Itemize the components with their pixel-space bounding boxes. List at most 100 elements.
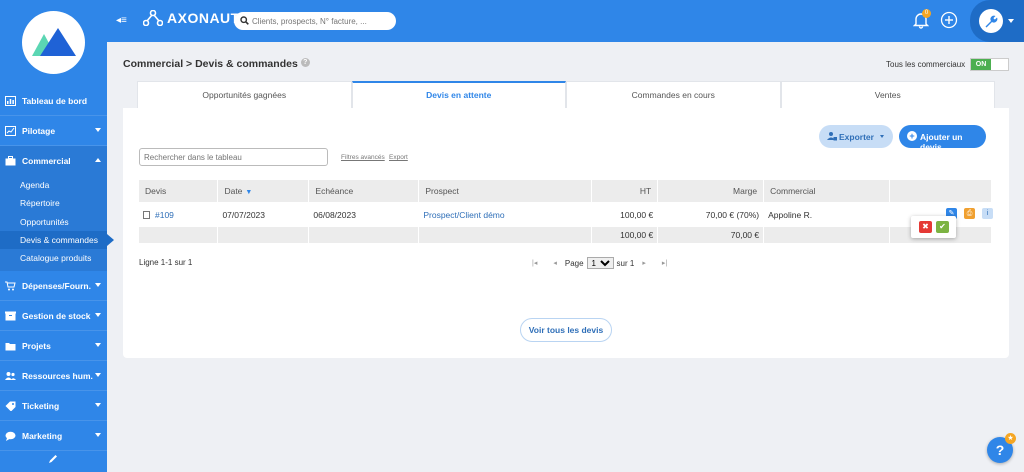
table-search-input[interactable] xyxy=(139,148,328,166)
page-select[interactable]: 1 xyxy=(586,257,614,269)
folder-icon xyxy=(5,342,16,351)
notification-badge: 0 xyxy=(922,9,931,18)
brand[interactable]: AXONAUT xyxy=(143,10,240,26)
chevron-down-icon xyxy=(95,433,101,438)
chevron-down-icon xyxy=(95,343,101,348)
pdf-icon[interactable]: ⎙ xyxy=(964,208,976,219)
cell-prospect: Prospect/Client démo xyxy=(418,202,593,227)
prev-page-icon[interactable]: ◂ xyxy=(553,259,557,267)
quote-number-link[interactable]: #109 xyxy=(155,210,174,220)
dashboard-icon xyxy=(5,95,16,106)
sidebar-item-rh[interactable]: Ressources hum. xyxy=(0,361,107,392)
chart-icon xyxy=(5,125,16,136)
sidebar-nav: Tableau de bord Pilotage Commercial Agen… xyxy=(0,86,114,452)
all-sales-toggle[interactable]: ON xyxy=(970,58,1009,71)
table-total-row: 100,00 € 70,00 € xyxy=(139,227,992,243)
brand-name: AXONAUT xyxy=(167,10,240,26)
tab-devis-en-attente[interactable]: Devis en attente xyxy=(351,81,566,108)
advanced-filters-link[interactable]: Filtres avancés xyxy=(341,154,385,161)
chevron-down-icon xyxy=(1008,19,1014,23)
last-page-icon[interactable]: ▸| xyxy=(662,259,667,267)
tabs: Opportunités gagnées Devis en attente Co… xyxy=(137,81,995,108)
settings-menu-button[interactable] xyxy=(970,0,1024,42)
cell-commercial: Appoline R. xyxy=(763,202,891,227)
global-search-input[interactable] xyxy=(252,14,392,28)
sidebar-item-commercial[interactable]: Commercial xyxy=(0,146,107,176)
chevron-up-icon xyxy=(95,158,101,162)
settings-avatar xyxy=(979,9,1003,33)
people-icon xyxy=(5,371,16,380)
pencil-icon[interactable] xyxy=(48,454,58,464)
col-marge[interactable]: Marge xyxy=(657,180,765,202)
sidebar-item-stock[interactable]: Gestion de stock xyxy=(0,301,107,332)
prospect-link[interactable]: Prospect/Client démo xyxy=(423,210,504,220)
table-row[interactable]: #109 07/07/2023 06/08/2023 Prospect/Clie… xyxy=(139,202,994,227)
col-prospect[interactable]: Prospect xyxy=(418,180,593,202)
sidebar-subitem-opportunites[interactable]: Opportunités xyxy=(0,213,107,231)
sidebar-item-label: Projets xyxy=(22,340,51,351)
sidebar-subitem-catalogue[interactable]: Catalogue produits xyxy=(0,249,107,267)
see-all-quotes-button[interactable]: Voir tous les devis xyxy=(520,318,612,342)
export-button[interactable]: Exporter xyxy=(819,125,893,148)
tab-commandes-en-cours[interactable]: Commandes en cours xyxy=(566,81,781,108)
plus-circle-icon xyxy=(940,11,958,29)
cell-date: 07/07/2023 xyxy=(217,202,310,227)
sidebar-item-dashboard[interactable]: Tableau de bord xyxy=(0,86,107,116)
sidebar-item-projets[interactable]: Projets xyxy=(0,331,107,362)
total-marge: 70,00 € xyxy=(657,227,765,243)
accept-icon[interactable]: ✔ xyxy=(936,221,949,233)
export-button-label: Exporter xyxy=(839,132,874,142)
app-logo[interactable] xyxy=(22,11,85,74)
sidebar-subitem-agenda[interactable]: Agenda xyxy=(0,176,107,194)
tab-ventes[interactable]: Ventes xyxy=(780,81,995,108)
toggle-on-label: ON xyxy=(971,59,991,70)
star-icon: ★ xyxy=(1005,433,1016,444)
chevron-down-icon xyxy=(95,283,101,288)
col-ht[interactable]: HT xyxy=(591,180,659,202)
help-button[interactable]: ? ★ xyxy=(987,433,1016,463)
col-commercial[interactable]: Commercial xyxy=(763,180,891,202)
collapse-sidebar-icon[interactable]: ◂≡ xyxy=(116,15,127,26)
briefcase-icon xyxy=(5,156,16,166)
next-page-icon[interactable]: ▸ xyxy=(642,259,646,267)
export-user-icon xyxy=(827,132,837,141)
quick-add-button[interactable] xyxy=(940,11,958,31)
reject-icon[interactable]: ✖ xyxy=(919,221,932,233)
notifications-button[interactable]: 0 xyxy=(912,9,931,31)
sidebar-item-label: Gestion de stock xyxy=(22,310,91,321)
col-echeance[interactable]: Echéance xyxy=(308,180,420,202)
info-icon[interactable]: i xyxy=(982,208,994,219)
sidebar-item-depenses[interactable]: Dépenses/Fourn. xyxy=(0,271,107,302)
help-icon[interactable]: ? xyxy=(300,58,310,67)
page-total: sur 1 xyxy=(616,258,635,268)
add-quote-button[interactable]: + Ajouter un devis xyxy=(899,125,986,152)
sidebar-item-label: Dépenses/Fourn. xyxy=(22,280,91,291)
quotes-table: Devis Date ▼ Echéance Prospect HT Marge C… xyxy=(139,180,994,243)
sidebar-subitem-devis-commandes[interactable]: Devis & commandes xyxy=(0,230,114,250)
col-actions xyxy=(889,180,992,202)
export-link[interactable]: Export xyxy=(389,154,408,161)
sidebar-item-label: Ticketing xyxy=(22,400,60,411)
page-label: Page xyxy=(564,258,584,268)
pagination-info: Ligne 1-1 sur 1 xyxy=(139,258,193,267)
caret-down-icon xyxy=(880,135,884,138)
first-page-icon[interactable]: |◂ xyxy=(532,259,537,267)
cell-devis[interactable]: #109 xyxy=(139,202,219,227)
sidebar-subitem-repertoire[interactable]: Répertoire xyxy=(0,194,107,212)
box-icon xyxy=(5,311,16,321)
chevron-down-icon xyxy=(95,313,101,318)
tab-opportunites-gagnees[interactable]: Opportunités gagnées xyxy=(137,81,352,108)
cell-ht: 100,00 € xyxy=(591,202,659,227)
add-quote-button-label: Ajouter un devis xyxy=(920,132,963,152)
col-date[interactable]: Date ▼ xyxy=(217,180,310,202)
sidebar-item-pilotage[interactable]: Pilotage xyxy=(0,116,107,146)
sidebar-item-ticketing[interactable]: Ticketing xyxy=(0,391,107,422)
col-devis[interactable]: Devis xyxy=(139,180,219,202)
sidebar: Tableau de bord Pilotage Commercial Agen… xyxy=(0,0,114,472)
cart-icon xyxy=(5,281,16,291)
logo-icon xyxy=(32,28,76,56)
chevron-down-icon xyxy=(95,128,101,132)
sidebar-item-marketing[interactable]: Marketing xyxy=(0,421,107,452)
all-sales-label: Tous les commerciaux xyxy=(886,60,966,69)
document-icon xyxy=(143,211,150,220)
